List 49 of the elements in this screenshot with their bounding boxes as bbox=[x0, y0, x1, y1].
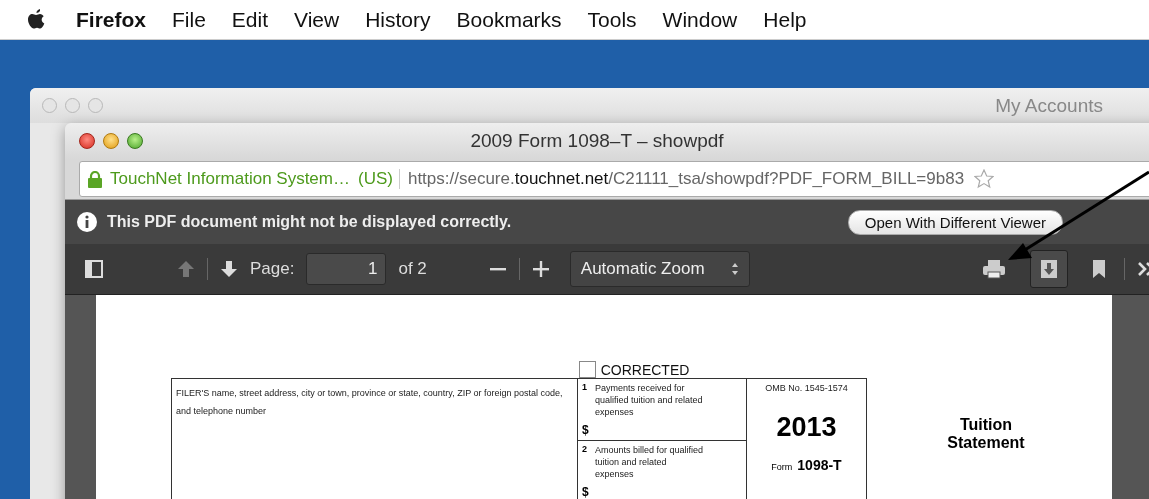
box-label: Amounts billed for qualified tuition and related expenses bbox=[595, 444, 705, 481]
form-number: 1098-T bbox=[797, 457, 842, 474]
padlock-icon bbox=[88, 170, 102, 188]
box-label: Payments received for qualified tuition and related expenses bbox=[595, 382, 704, 419]
menu-item[interactable]: Bookmarks bbox=[456, 7, 562, 32]
page-number-field[interactable]: 1 bbox=[306, 253, 387, 285]
country-code: (US) bbox=[358, 169, 400, 189]
menu-item[interactable]: Tools bbox=[587, 7, 637, 32]
bookmark-icon[interactable] bbox=[1092, 259, 1106, 279]
page-count: of 2 bbox=[398, 259, 427, 279]
form-word: Form bbox=[771, 462, 793, 473]
open-with-viewer-button[interactable]: Open With Different Viewer bbox=[847, 209, 1063, 235]
menu-item[interactable]: Window bbox=[662, 7, 738, 32]
omb-number: OMB No. 1545-1574 bbox=[765, 382, 848, 395]
box-number: 2 bbox=[582, 444, 587, 456]
menu-item[interactable]: Help bbox=[763, 7, 807, 32]
currency-sign: $ bbox=[582, 423, 590, 437]
minimize-button[interactable] bbox=[103, 133, 119, 149]
corrected-label: CORRECTED bbox=[600, 361, 690, 378]
menu-item[interactable]: View bbox=[294, 7, 340, 32]
window-title: 2009 Form 1098–T – showpdf bbox=[469, 130, 725, 152]
next-page-icon[interactable] bbox=[220, 260, 238, 278]
site-identity[interactable]: TouchNet Information System… bbox=[110, 169, 350, 189]
info-icon bbox=[77, 212, 97, 232]
menu-item[interactable]: File bbox=[172, 7, 206, 32]
filer-label: FILER'S name, street address, city or town, province or state, country, ZIP or foreign postal code, and telephone number bbox=[176, 388, 563, 416]
box-number: 1 bbox=[582, 382, 587, 394]
star-icon[interactable] bbox=[974, 169, 995, 189]
zoom-in-icon[interactable] bbox=[531, 260, 550, 278]
zoom-dropdown[interactable]: Automatic Zoom bbox=[569, 251, 750, 287]
previous-page-icon[interactable] bbox=[177, 260, 195, 278]
corrected-checkbox[interactable] bbox=[578, 361, 596, 378]
close-button[interactable] bbox=[79, 133, 95, 149]
app-menu[interactable]: Firefox bbox=[76, 7, 146, 32]
currency-sign: $ bbox=[582, 485, 590, 499]
download-button[interactable] bbox=[1030, 250, 1068, 288]
page-label: Page: bbox=[250, 259, 295, 279]
menu-item[interactable]: Edit bbox=[231, 7, 269, 32]
form-title: Tuition Statement bbox=[946, 416, 1026, 452]
sidebar-toggle-icon[interactable] bbox=[85, 260, 103, 278]
zoom-button[interactable] bbox=[127, 133, 143, 149]
download-icon bbox=[1040, 259, 1058, 279]
menu-item[interactable]: History bbox=[365, 7, 431, 32]
dropdown-arrows-icon bbox=[730, 262, 739, 276]
url-field[interactable]: TouchNet Information System… (US) https://secure.touchnet.net/C21111_tsa/showpdf?PDF_FORM_BILL=9b83 bbox=[79, 161, 1149, 197]
notification-message: This PDF document might not be displayed correctly. bbox=[107, 213, 512, 231]
tax-year: 2013 bbox=[776, 412, 837, 444]
window-title: My Accounts bbox=[995, 94, 1103, 117]
print-icon[interactable] bbox=[982, 259, 1006, 279]
